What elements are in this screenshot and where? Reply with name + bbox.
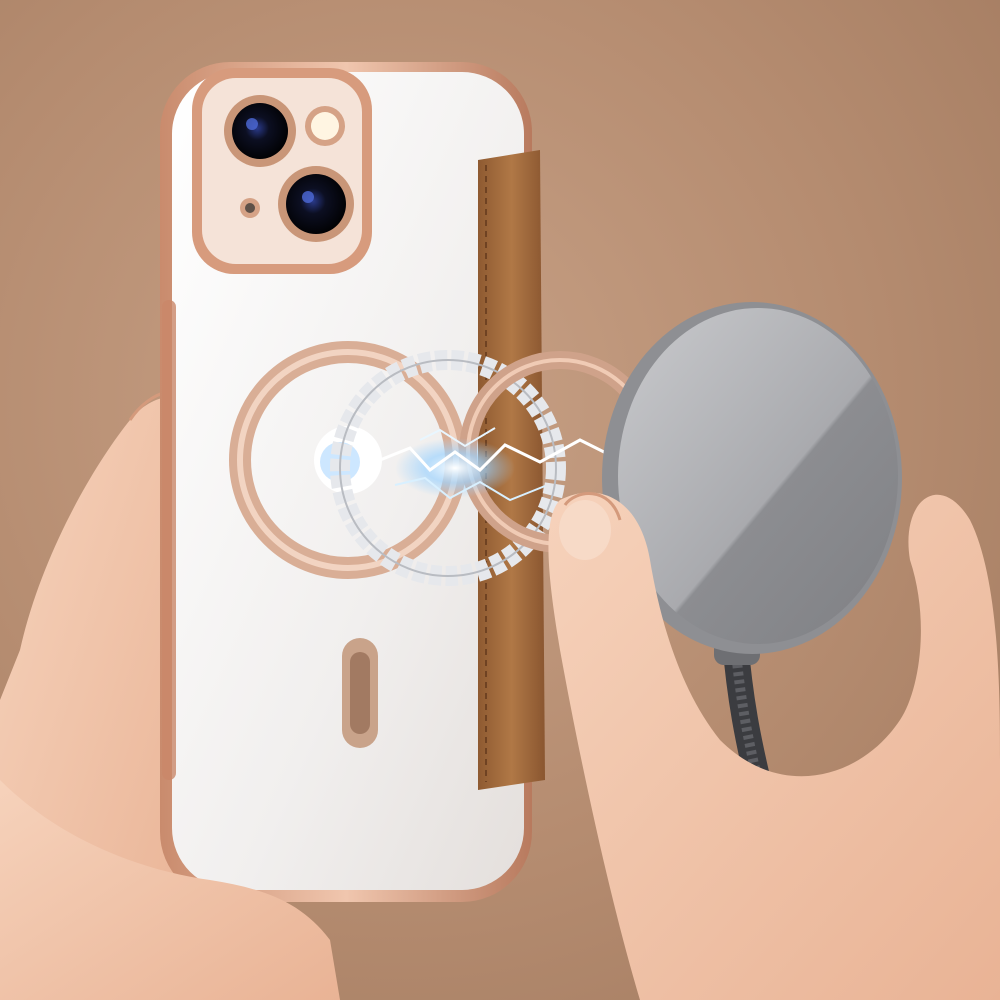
fingernail — [559, 500, 611, 560]
camera-lens-icon — [278, 166, 354, 242]
flash-icon — [305, 106, 345, 146]
camera-lens-icon — [224, 95, 296, 167]
product-photo — [0, 0, 1000, 1000]
camera-module — [192, 68, 372, 274]
product-illustration — [0, 62, 1000, 1000]
